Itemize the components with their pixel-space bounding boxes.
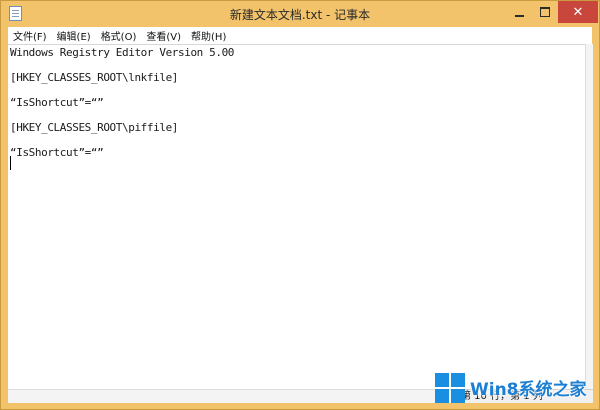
text-line: [HKEY_CLASSES_ROOT\lnkfile] — [10, 71, 179, 84]
minimize-button[interactable] — [506, 1, 532, 23]
maximize-button[interactable] — [532, 1, 558, 23]
text-line: [HKEY_CLASSES_ROOT\piffile] — [10, 121, 179, 134]
menu-help[interactable]: 帮助(H) — [186, 28, 231, 43]
text-line: Windows Registry Editor Version 5.00 — [10, 46, 235, 59]
watermark-text: Win8系统之家 — [470, 380, 587, 400]
menu-format[interactable]: 格式(O) — [96, 28, 142, 43]
horizontal-scrollbar[interactable] — [8, 389, 457, 403]
title-bar[interactable]: 新建文本文档.txt - 记事本 ✕ — [1, 1, 599, 27]
text-line: “IsShortcut”=“” — [10, 96, 104, 109]
menu-view[interactable]: 查看(V) — [141, 28, 186, 43]
close-icon: ✕ — [572, 4, 584, 20]
watermark: Win8系统之家 — [435, 368, 598, 407]
text-line: “IsShortcut”=“” — [10, 146, 104, 159]
vertical-scrollbar[interactable] — [585, 44, 593, 389]
text-editor[interactable]: Windows Registry Editor Version 5.00 [HK… — [8, 44, 585, 389]
text-caret — [10, 156, 11, 170]
maximize-icon — [540, 7, 550, 17]
windows-logo-icon — [435, 372, 465, 403]
close-button[interactable]: ✕ — [558, 1, 598, 23]
menu-file[interactable]: 文件(F) — [8, 28, 52, 43]
menu-bar: 文件(F) 编辑(E) 格式(O) 查看(V) 帮助(H) — [8, 27, 592, 44]
menu-edit[interactable]: 编辑(E) — [52, 28, 96, 43]
minimize-icon — [514, 15, 524, 17]
notepad-window: 新建文本文档.txt - 记事本 ✕ 文件(F) 编辑(E) 格式(O) 查看(… — [0, 0, 600, 410]
